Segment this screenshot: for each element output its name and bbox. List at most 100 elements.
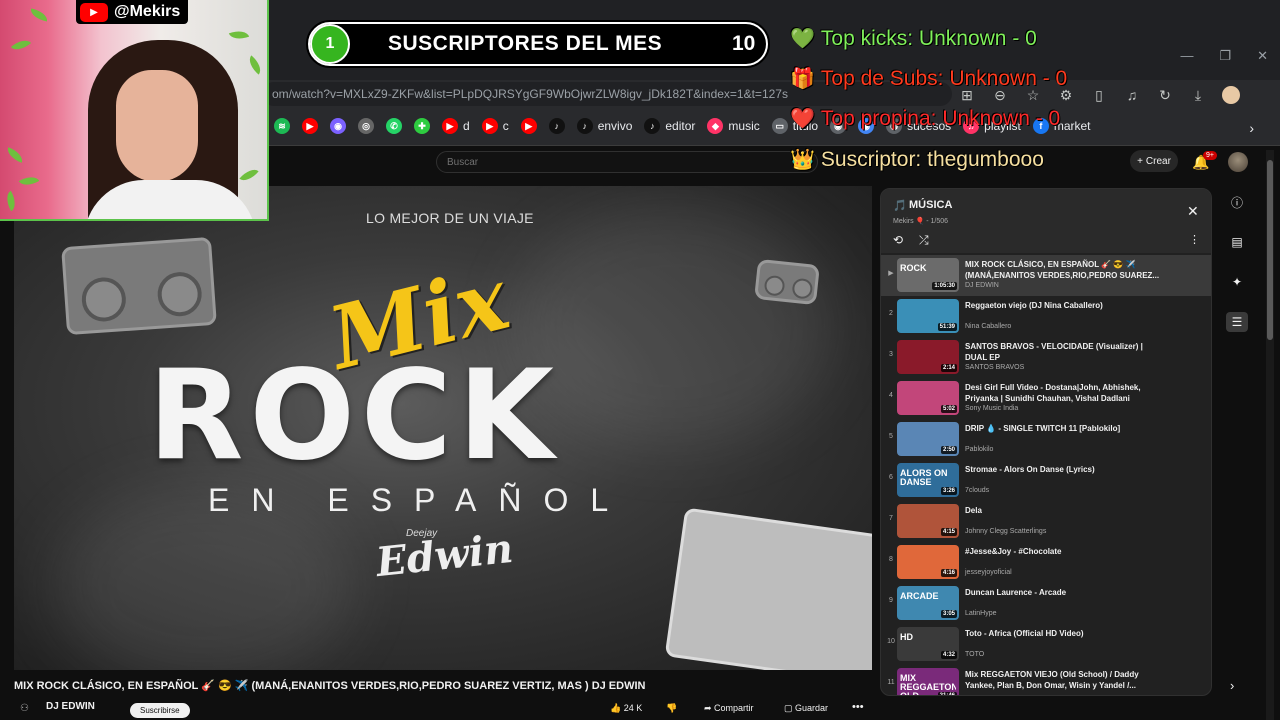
- maximize-icon[interactable]: ❐: [1219, 48, 1231, 64]
- history-icon[interactable]: ↻: [1156, 86, 1174, 104]
- bookmark-item[interactable]: ◆ music: [707, 118, 760, 134]
- channel-name[interactable]: DJ EDWIN: [46, 701, 95, 712]
- video-player[interactable]: LO MEJOR DE UN VIAJE ROCK Mix EN ESPAÑOL…: [14, 186, 872, 670]
- subscribe-button[interactable]: Suscribirse: [130, 703, 190, 718]
- shuffle-icon[interactable]: ⤮: [919, 233, 929, 248]
- boombox-graphic: [754, 258, 820, 306]
- split-view-icon[interactable]: ▯: [1090, 86, 1108, 104]
- thumbnail-text: ARCADE: [900, 592, 939, 601]
- playlist-item-title: #Jesse&Joy - #Chocolate: [965, 547, 1062, 556]
- top-kicks-text: Top kicks: Unknown - 0: [820, 26, 1037, 50]
- close-playlist-icon[interactable]: ✕: [1187, 203, 1199, 220]
- playlist-item[interactable]: 7 4:15 Dela Johnny Clegg Scatterlings: [881, 501, 1211, 542]
- playlist-item-channel: DJ EDWIN: [965, 282, 999, 289]
- chevron-right-icon[interactable]: ›: [1230, 678, 1234, 693]
- leaf-decoration: [10, 35, 32, 55]
- download-icon[interactable]: ⤓: [1189, 86, 1207, 104]
- playlist-item-thumbnail[interactable]: 5:02: [897, 381, 959, 415]
- playlist-list-icon[interactable]: ☰: [1226, 312, 1248, 332]
- bookmark-item[interactable]: ▶ c: [481, 118, 509, 134]
- bookmarks-more-icon[interactable]: ›: [1249, 120, 1254, 136]
- playlist-item-thumbnail[interactable]: ARCADE 3:05: [897, 586, 959, 620]
- top-tips-line: ❤️ Top propina: Unknown - 0: [790, 106, 1060, 131]
- profile-avatar-icon[interactable]: [1222, 86, 1240, 104]
- playlist-item-thumbnail[interactable]: 51:39: [897, 299, 959, 333]
- playlist-item[interactable]: 8 4:16 #Jesse&Joy - #Chocolate jesseyjoyofi…: [881, 542, 1211, 583]
- bookmark-item[interactable]: ✚: [414, 118, 430, 134]
- top-kicks-line: 💚 Top kicks: Unknown - 0: [790, 26, 1037, 51]
- playlist-item-title: Mix REGGAETON VIEJO (Old School) / Daddy…: [965, 670, 1139, 690]
- bookmark-label: music: [728, 119, 760, 133]
- loop-icon[interactable]: ⟲: [893, 233, 903, 247]
- playlist-item[interactable]: 5 2:50 DRIP 💧 - SINGLE TWITCH 11 [Pablokil…: [881, 419, 1211, 460]
- playlist-item[interactable]: 6 ALORS ON DANSE 3:26 Stromae - Alors On Da…: [881, 460, 1211, 501]
- sparkle-icon[interactable]: ✦: [1226, 272, 1248, 292]
- save-button[interactable]: ▢ Guardar: [784, 703, 828, 714]
- gift-icon: 🎁: [790, 68, 815, 90]
- bookmark-item[interactable]: ▶: [520, 118, 537, 134]
- info-icon[interactable]: ⓘ: [1226, 192, 1248, 212]
- playlist-item-index: 9: [889, 597, 893, 604]
- playlist-item-thumbnail[interactable]: 2:50: [897, 422, 959, 456]
- bookmark-item[interactable]: ✆: [386, 118, 402, 134]
- comments-icon[interactable]: ▤: [1226, 232, 1248, 252]
- channel-avatar-icon[interactable]: ⚇: [20, 703, 29, 714]
- bookmark-item[interactable]: ≋: [274, 118, 290, 134]
- playlist-item-index: 2: [889, 310, 893, 317]
- save-label: Guardar: [795, 703, 829, 713]
- smoke-texture: [514, 206, 834, 446]
- playlist-menu-icon[interactable]: ⋮: [1189, 233, 1200, 246]
- more-actions-icon[interactable]: •••: [852, 701, 864, 713]
- diamond-icon: ◆: [707, 118, 724, 134]
- playlist-item-thumbnail[interactable]: 4:15: [897, 504, 959, 538]
- bookmark-item[interactable]: ♪: [548, 118, 565, 134]
- playlist-item-duration: 4:16: [940, 569, 957, 577]
- playlist-item[interactable]: ▶ ROCK 1:05:30 MIX ROCK CLÁSICO, EN ESPAÑOL…: [881, 255, 1211, 296]
- video-title: MIX ROCK CLÁSICO, EN ESPAÑOL 🎸 😎 ✈️ (MAN…: [14, 680, 646, 692]
- youtube-icon: ▶: [442, 118, 458, 134]
- bookmark-item[interactable]: ♪ envivo: [576, 118, 632, 134]
- bookmark-label: d: [463, 119, 470, 133]
- playlist-item-channel: LatinHype: [965, 610, 997, 617]
- playlist-item-duration: 2:50: [940, 446, 957, 454]
- like-button[interactable]: 👍 24 K: [610, 703, 642, 714]
- search-input[interactable]: Buscar: [436, 151, 818, 173]
- subscribers-goal-bar: 1 SUSCRIPTORES DEL MES 10: [306, 20, 770, 68]
- share-button[interactable]: ➦ Compartir: [704, 703, 754, 714]
- playlist-item-thumbnail[interactable]: ALORS ON DANSE 3:26: [897, 463, 959, 497]
- playlist-item-title: Reggaeton viejo (DJ Nina Caballero): [965, 301, 1103, 310]
- playlist-item[interactable]: 2 51:39 Reggaeton viejo (DJ Nina Caballero…: [881, 296, 1211, 337]
- playlist-item[interactable]: 9 ARCADE 3:05 Duncan Laurence - Arcade Latin…: [881, 583, 1211, 624]
- create-button[interactable]: + Crear: [1130, 150, 1178, 172]
- dislike-button[interactable]: 👎: [666, 703, 677, 714]
- playlist-panel: 🎵 MÚSICA Mekirs 🎈 - 1/506 ⟲ ⤮ ✕ ⋮ ▶ ROCK 1…: [880, 188, 1212, 696]
- channel-handle: @Mekirs: [114, 3, 181, 20]
- bookmark-item[interactable]: ◉: [330, 118, 346, 134]
- playlist-item-thumbnail[interactable]: 4:16: [897, 545, 959, 579]
- boombox-graphic: [61, 236, 217, 336]
- scrollbar-thumb[interactable]: [1267, 160, 1273, 340]
- bookmark-item[interactable]: ◎: [358, 118, 374, 134]
- speaker-graphic: [791, 277, 814, 300]
- bookmark-item[interactable]: ▶: [302, 118, 318, 134]
- bookmark-item[interactable]: ♪ editor: [644, 118, 695, 134]
- thumbnail-text: ROCK: [900, 264, 927, 273]
- playlist-item[interactable]: 10 HD 4:32 Toto - Africa (Official HD Video…: [881, 624, 1211, 665]
- bookmark-item[interactable]: ▶ d: [442, 118, 470, 134]
- playlist-item-duration: 21:46: [937, 692, 957, 695]
- playlist-item[interactable]: 11MIX REGGAETON OLD SCHOOL21:46 Mix REGGA…: [881, 665, 1211, 695]
- playlist-item-thumbnail[interactable]: MIX REGGAETON OLD SCHOOL21:46: [897, 668, 959, 695]
- minimize-icon[interactable]: —: [1180, 48, 1193, 64]
- account-avatar[interactable]: [1228, 152, 1248, 172]
- playlist-item-thumbnail[interactable]: 2:14: [897, 340, 959, 374]
- thumbnail-text: ALORS ON DANSE: [900, 469, 948, 487]
- video-overlay-espanol: EN ESPAÑOL: [208, 482, 631, 518]
- playlist-item[interactable]: 3 2:14 SANTOS BRAVOS - VELOCIDADE (Visuali…: [881, 337, 1211, 378]
- close-window-icon[interactable]: ✕: [1257, 48, 1268, 64]
- playlist-item-thumbnail[interactable]: ROCK 1:05:30: [897, 258, 959, 292]
- playlist-title[interactable]: MÚSICA: [909, 199, 952, 211]
- tiktok-icon: ♪: [576, 118, 593, 134]
- media-icon[interactable]: ♫: [1123, 86, 1141, 104]
- playlist-item[interactable]: 4 5:02 Desi Girl Full Video - Dostana|John…: [881, 378, 1211, 419]
- playlist-item-thumbnail[interactable]: HD 4:32: [897, 627, 959, 661]
